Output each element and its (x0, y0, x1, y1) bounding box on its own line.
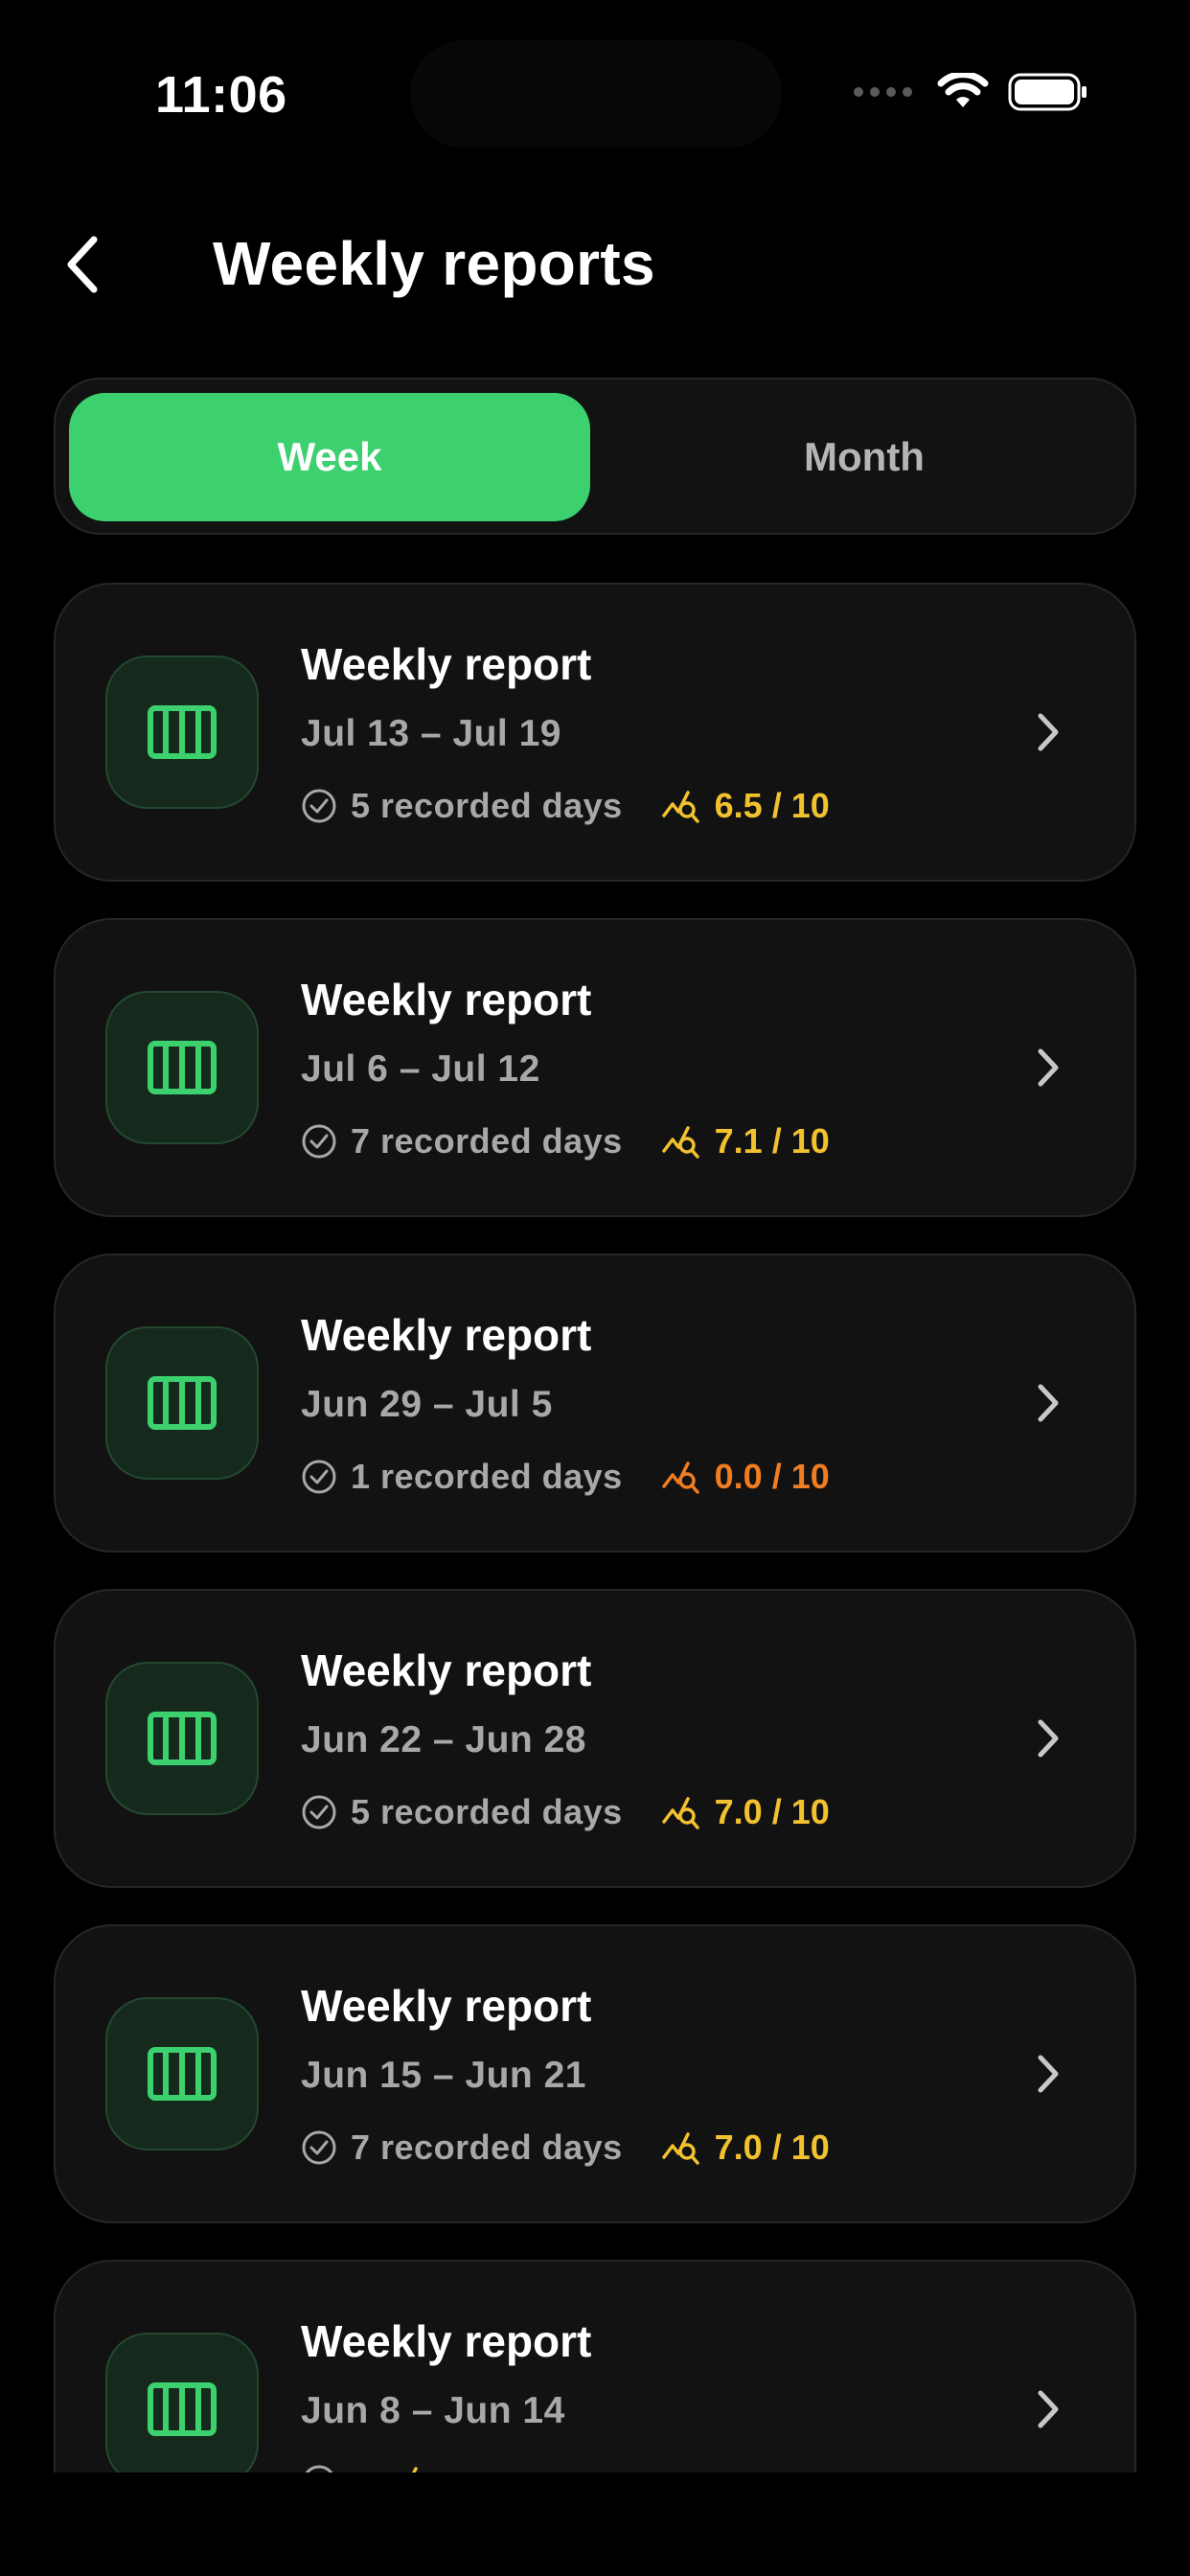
report-score: 0.0 / 10 (661, 1457, 830, 1497)
recorded-days (301, 2464, 351, 2472)
recorded-days: 7 recorded days (301, 1121, 623, 1162)
report-title: Weekly report (301, 639, 592, 689)
report-card[interactable]: Weekly report Jun 22 – Jun 28 5 recorded… (54, 1589, 1136, 1888)
report-title: Weekly report (301, 1645, 592, 1695)
trend-search-icon (661, 2132, 699, 2165)
report-title: Weekly report (301, 1310, 592, 1360)
report-date-range: Jun 15 – Jun 21 (301, 2055, 586, 2096)
score-value: 7.1 / 10 (714, 1121, 830, 1161)
chevron-right-icon (1038, 713, 1059, 751)
open-report-button[interactable] (1029, 703, 1067, 761)
trend-search-icon (661, 1126, 699, 1159)
open-report-button[interactable] (1029, 1710, 1067, 1767)
recorded-days: 5 recorded days (301, 1792, 623, 1832)
report-card[interactable]: Weekly report Jun 29 – Jul 5 1 recorded … (54, 1254, 1136, 1552)
calendar-week-icon (148, 1376, 217, 1430)
open-report-button[interactable] (1029, 2380, 1067, 2438)
score-value: 6.5 / 10 (714, 786, 830, 825)
recorded-days: 7 recorded days (301, 2128, 623, 2168)
report-icon-tile (105, 1662, 259, 1815)
recorded-days-label: 5 recorded days (351, 1792, 623, 1831)
score-value: 7.0 / 10 (714, 2128, 830, 2167)
report-score (389, 2463, 443, 2472)
report-card[interactable]: Weekly report Jun 15 – Jun 21 7 recorded… (54, 1924, 1136, 2223)
trend-search-icon (661, 1797, 699, 1829)
report-meta: 7 recorded days 7.0 / 10 (301, 2128, 830, 2168)
report-card[interactable]: Weekly report Jun 8 – Jun 14 (54, 2260, 1136, 2472)
calendar-week-icon (148, 1041, 217, 1094)
check-circle-icon (302, 1795, 336, 1829)
report-card[interactable]: Weekly report Jul 13 – Jul 19 5 recorded… (54, 583, 1136, 882)
calendar-week-icon (148, 705, 217, 759)
check-circle-icon (305, 2465, 333, 2472)
calendar-week-icon (148, 2047, 217, 2101)
chevron-right-icon (1038, 2390, 1059, 2428)
recorded-days-label: 7 recorded days (351, 2128, 623, 2167)
check-circle-icon (302, 1460, 336, 1494)
report-meta: 7 recorded days 7.1 / 10 (301, 1121, 830, 1162)
report-date-range: Jul 13 – Jul 19 (301, 713, 561, 754)
check-circle-icon (302, 2130, 336, 2165)
report-title: Weekly report (301, 2316, 592, 2366)
report-icon-tile (105, 991, 259, 1144)
report-score: 7.0 / 10 (661, 1792, 830, 1832)
report-date-range: Jul 6 – Jul 12 (301, 1048, 540, 1090)
report-icon-tile (105, 1997, 259, 2150)
open-report-button[interactable] (1029, 1374, 1067, 1432)
chevron-right-icon (1038, 1048, 1059, 1087)
recorded-days-label: 5 recorded days (351, 786, 623, 825)
chevron-right-icon (1038, 1384, 1059, 1422)
recorded-days: 5 recorded days (301, 786, 623, 826)
report-icon-tile (105, 656, 259, 809)
report-date-range: Jun 22 – Jun 28 (301, 1719, 586, 1760)
report-score: 7.0 / 10 (661, 2128, 830, 2168)
report-score: 7.1 / 10 (661, 1121, 830, 1162)
weekly-reports-screen: 11:06 Weekly reports Week Month Weekly r… (0, 0, 1190, 2576)
open-report-button[interactable] (1029, 1039, 1067, 1096)
report-meta: 5 recorded days 7.0 / 10 (301, 1792, 830, 1832)
report-date-range: Jun 29 – Jul 5 (301, 1384, 553, 1425)
recorded-days-label: 1 recorded days (351, 1457, 623, 1496)
report-meta (301, 2463, 443, 2472)
report-list[interactable]: Weekly report Jul 13 – Jul 19 5 recorded… (0, 0, 1190, 2472)
recorded-days-label: 7 recorded days (351, 1121, 623, 1161)
score-value: 0.0 / 10 (714, 1457, 830, 1496)
chevron-right-icon (1038, 2055, 1059, 2093)
report-date-range: Jun 8 – Jun 14 (301, 2390, 565, 2431)
report-score: 6.5 / 10 (661, 786, 830, 826)
report-meta: 5 recorded days 6.5 / 10 (301, 786, 830, 826)
calendar-week-icon (148, 2382, 217, 2436)
chevron-right-icon (1038, 1719, 1059, 1758)
trend-search-icon (661, 1461, 699, 1494)
report-card[interactable]: Weekly report Jul 6 – Jul 12 7 recorded … (54, 918, 1136, 1217)
report-icon-tile (105, 1326, 259, 1480)
trend-search-icon (661, 791, 699, 823)
calendar-week-icon (148, 1712, 217, 1765)
report-icon-tile (105, 2333, 259, 2472)
report-meta: 1 recorded days 0.0 / 10 (301, 1457, 830, 1497)
report-title: Weekly report (301, 1981, 592, 2031)
score-value: 7.0 / 10 (714, 1792, 830, 1831)
check-circle-icon (302, 1124, 336, 1159)
check-circle-icon (302, 789, 336, 823)
trend-search-icon (412, 2467, 418, 2472)
open-report-button[interactable] (1029, 2045, 1067, 2103)
recorded-days: 1 recorded days (301, 1457, 623, 1497)
report-title: Weekly report (301, 975, 592, 1024)
